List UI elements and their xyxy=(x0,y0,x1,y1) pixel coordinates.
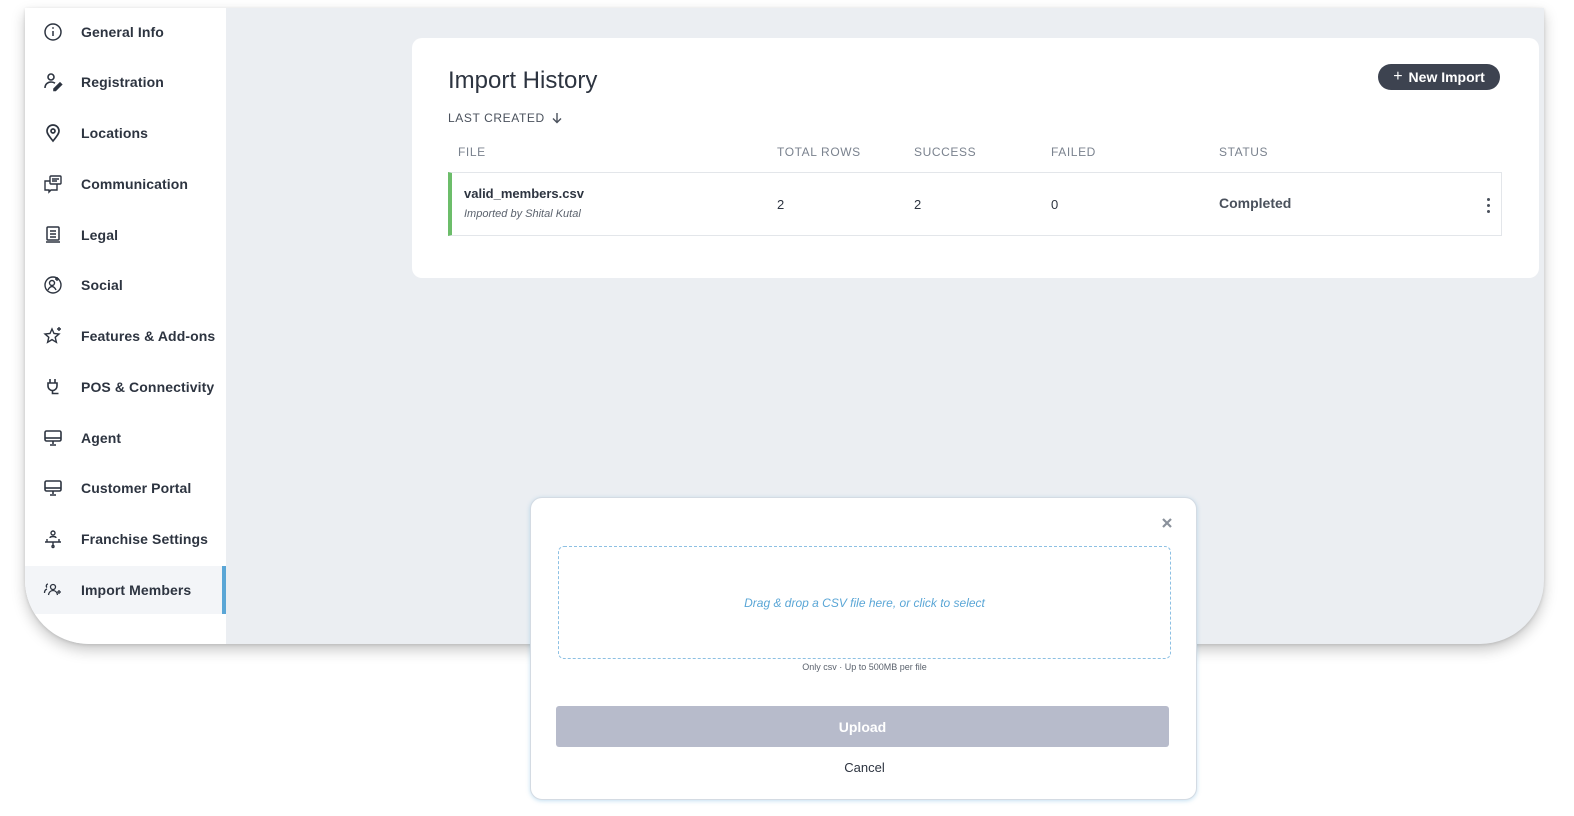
total-rows-value: 2 xyxy=(777,197,785,212)
row-menu-icon[interactable] xyxy=(1480,193,1496,217)
sidebar-item-label: Social xyxy=(81,277,123,293)
sidebar-item-import-members[interactable]: Import Members xyxy=(25,566,226,614)
close-icon[interactable] xyxy=(1159,515,1175,531)
location-pin-icon xyxy=(41,121,65,145)
failed-value: 0 xyxy=(1051,197,1059,212)
user-edit-icon xyxy=(41,70,65,94)
column-header-total-rows: TOTAL ROWS xyxy=(777,145,861,159)
sidebar-item-label: Registration xyxy=(81,74,164,90)
sidebar-item-label: Agent xyxy=(81,430,122,446)
sort-label: LAST CREATED xyxy=(448,111,545,125)
file-name: valid_members.csv xyxy=(464,186,584,201)
chat-window-icon xyxy=(41,172,65,196)
new-import-label: New Import xyxy=(1408,69,1485,85)
page-title: Import History xyxy=(448,67,598,94)
success-value: 2 xyxy=(914,197,922,212)
sidebar-item-registration[interactable]: Registration xyxy=(25,58,226,106)
column-header-success: SUCCESS xyxy=(914,145,977,159)
users-add-icon xyxy=(41,578,65,602)
info-icon xyxy=(41,20,65,44)
cancel-button[interactable]: Cancel xyxy=(531,760,1198,775)
sidebar-item-label: Import Members xyxy=(81,582,192,598)
sidebar-item-franchise-settings[interactable]: Franchise Settings xyxy=(25,515,226,563)
sidebar-item-communication[interactable]: Communication xyxy=(25,160,226,208)
sidebar-item-legal[interactable]: Legal xyxy=(25,211,226,259)
imported-by: Imported by Shital Kutal xyxy=(464,208,581,220)
sidebar-item-label: POS & Connectivity xyxy=(81,379,215,395)
sidebar-item-social[interactable]: Social xyxy=(25,261,226,309)
plus-icon: + xyxy=(1393,68,1403,85)
new-import-button[interactable]: + New Import xyxy=(1378,64,1500,90)
sidebar-item-locations[interactable]: Locations xyxy=(25,109,226,157)
sidebar-item-features[interactable]: Features & Add-ons xyxy=(25,312,226,360)
sidebar-item-label: Franchise Settings xyxy=(81,531,209,547)
document-icon xyxy=(41,223,65,247)
file-hint: Only csv · Up to 500MB per file xyxy=(802,662,927,672)
upload-modal: Drag & drop a CSV file here, or click to… xyxy=(530,497,1197,800)
monitor-icon xyxy=(41,476,65,500)
sidebar-item-label: Legal xyxy=(81,227,119,243)
column-header-status: STATUS xyxy=(1219,145,1269,159)
franchise-icon xyxy=(41,527,65,551)
sidebar-item-label: Customer Portal xyxy=(81,480,192,496)
sidebar-item-agent[interactable]: Agent xyxy=(25,414,226,462)
sidebar: General Info Registration Locations Comm… xyxy=(25,8,226,644)
table-row[interactable]: valid_members.csv Imported by Shital Kut… xyxy=(448,172,1502,236)
social-user-icon xyxy=(41,273,65,297)
column-header-failed: FAILED xyxy=(1051,145,1096,159)
arrow-down-icon xyxy=(552,113,562,124)
sidebar-item-label: General Info xyxy=(81,24,164,40)
sort-control[interactable]: LAST CREATED xyxy=(448,111,563,125)
upload-button[interactable]: Upload xyxy=(556,706,1169,747)
sidebar-item-pos-connectivity[interactable]: POS & Connectivity xyxy=(25,363,226,411)
sidebar-item-label: Features & Add-ons xyxy=(81,328,216,344)
sidebar-item-customer-portal[interactable]: Customer Portal xyxy=(25,464,226,512)
monitor-icon xyxy=(41,426,65,450)
sidebar-item-label: Locations xyxy=(81,125,149,141)
column-header-file: FILE xyxy=(458,145,486,159)
dropzone-text: Drag & drop a CSV file here, or click to… xyxy=(744,595,985,610)
csv-dropzone[interactable]: Drag & drop a CSV file here, or click to… xyxy=(558,546,1171,659)
status-text: Completed xyxy=(1219,195,1292,211)
import-history-card: Import History + New Import LAST CREATED… xyxy=(412,38,1539,278)
sidebar-item-label: Communication xyxy=(81,176,189,192)
sidebar-item-general-info[interactable]: General Info xyxy=(25,8,226,56)
plug-icon xyxy=(41,375,65,399)
star-plus-icon xyxy=(41,324,65,348)
